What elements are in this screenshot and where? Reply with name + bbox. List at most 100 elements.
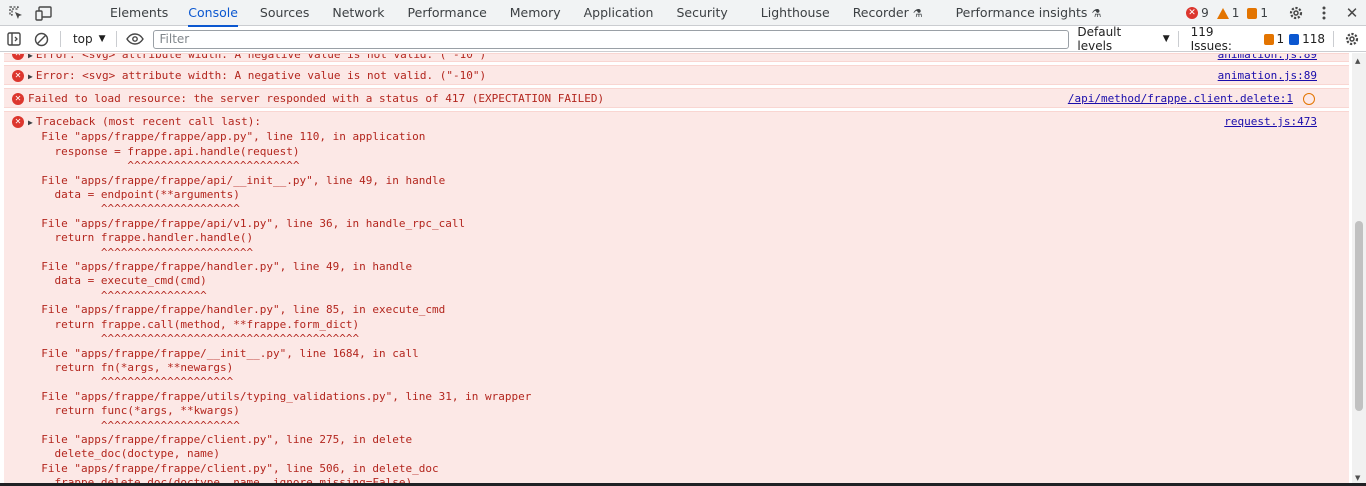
issues-link[interactable]: 119 Issues: 1 118 (1191, 25, 1325, 53)
settings-gear-icon[interactable] (1282, 0, 1310, 26)
traceback-text: ^^^^^^^^^^^^^^^^^^^^^ (28, 202, 240, 216)
traceback-text: ^^^^^^^^^^^^^^^^^^^^^^^^^^ (28, 159, 300, 173)
traceback-text: File "apps/frappe/frappe/api/v1.py", lin… (28, 216, 466, 230)
traceback-line: File "apps/frappe/frappe/handler.py", li… (4, 303, 1349, 317)
traceback-text: response = frappe.api.handle(request) (28, 144, 300, 158)
vertical-scrollbar[interactable]: ▲ ▼ (1352, 53, 1366, 486)
message-body: Error: <svg> attribute width: A negative… (35, 69, 487, 82)
tab-recorder[interactable]: Recorder ⚗ (853, 0, 923, 26)
close-icon[interactable]: ✕ (1338, 0, 1366, 26)
issue-icon (1247, 7, 1258, 19)
console-message-error[interactable]: ✕ ▶ Error: <svg> attribute width: A negat… (4, 53, 1349, 62)
sidebar-toggle-icon[interactable] (0, 26, 28, 52)
flask-icon: ⚗ (1091, 6, 1102, 20)
device-toolbar-icon[interactable] (30, 0, 58, 26)
traceback-text: File "apps/frappe/frappe/utils/typing_va… (28, 389, 532, 403)
tab-label: Security (676, 4, 728, 20)
traceback-text: return func(*args, **kwargs) (28, 404, 240, 418)
message-source-link[interactable]: animation.js:89 (1218, 54, 1317, 61)
issues-counter[interactable]: 1 (1247, 6, 1268, 20)
traceback-line: return frappe.call(method, **frappe.form… (4, 318, 1349, 332)
message-body: Failed to load resource: the server resp… (28, 92, 605, 105)
error-counter[interactable]: ✕ 9 (1186, 6, 1209, 20)
error-icon: ✕ (1186, 7, 1199, 19)
console-message-error[interactable]: ✕ Failed to load resource: the server re… (4, 88, 1349, 108)
traceback-text: ^^^^^^^^^^^^^^^^^^^^^^^ (28, 245, 254, 259)
message-body: Error: <svg> attribute width: A negative… (35, 53, 487, 61)
tab-label: Elements (110, 4, 169, 20)
error-icon: ✕ (12, 116, 24, 128)
tab-security[interactable]: Security (676, 0, 727, 26)
tab-sources[interactable]: Sources (260, 0, 309, 26)
tab-performance-insights[interactable]: Performance insights ⚗ (956, 0, 1102, 26)
tab-label: Lighthouse (760, 4, 830, 20)
message-source-link[interactable]: animation.js:89 (1218, 69, 1317, 82)
inspect-element-icon[interactable] (2, 0, 30, 26)
traceback-text: File "apps/frappe/frappe/client.py", lin… (28, 432, 413, 446)
tab-application[interactable]: Application (584, 0, 654, 26)
traceback-line: File "apps/frappe/frappe/api/__init__.py… (4, 174, 1349, 188)
filter-input[interactable] (152, 29, 1070, 49)
tab-console[interactable]: Console (188, 0, 238, 27)
traceback-text: ^^^^^^^^^^^^^^^^^^^^^^^^^^^^^^^^^^^^^^^ (28, 332, 360, 346)
warning-count: 1 (1231, 6, 1240, 20)
scrollbar-thumb[interactable] (1355, 221, 1363, 411)
expand-arrow-icon[interactable]: ▶ (28, 54, 33, 60)
warning-icon (1216, 7, 1229, 19)
toolbar-divider (115, 31, 117, 47)
tab-label: Memory (509, 4, 561, 20)
tab-label: Network (332, 4, 385, 20)
traceback-text: delete_doc(doctype, name) (28, 447, 221, 461)
tab-label: Application (583, 4, 654, 20)
network-request-icon[interactable] (1303, 93, 1315, 105)
log-levels-dropdown[interactable]: Default levels ▼ (1077, 25, 1169, 53)
issue-warning-icon (1263, 33, 1274, 45)
message-source-link[interactable]: request.js:473 (1224, 115, 1317, 128)
issue-count: 1 (1260, 6, 1268, 20)
tab-memory[interactable]: Memory (510, 0, 561, 26)
error-icon: ✕ (12, 93, 24, 105)
console-message-error[interactable]: ✕ ▶ Error: <svg> attribute width: A negat… (4, 65, 1349, 85)
expand-arrow-icon[interactable]: ▶ (28, 118, 33, 127)
traceback-line: ^^^^^^^^^^^^^^^^^^^^^ (4, 202, 1349, 216)
tab-lighthouse[interactable]: Lighthouse (761, 0, 830, 26)
traceback-line: File "apps/frappe/frappe/__init__.py", l… (4, 347, 1349, 361)
traceback-line: File "apps/frappe/frappe/client.py", lin… (4, 462, 1349, 476)
tab-elements[interactable]: Elements (110, 0, 168, 26)
traceback-line: ^^^^^^^^^^^^^^^^^^^^ (4, 375, 1349, 389)
console-message-traceback[interactable]: ✕ request.js:473 ▶ Traceback (most recent… (4, 111, 1349, 486)
clear-console-icon[interactable] (28, 26, 56, 52)
message-source-link[interactable]: /api/method/frappe.client.delete:1 (1068, 92, 1293, 105)
scroll-down-arrow-icon[interactable]: ▼ (1355, 474, 1360, 482)
context-selector[interactable]: top ▼ (65, 32, 112, 46)
tab-label: Sources (259, 4, 310, 20)
traceback-line: return fn(*args, **newargs) (4, 361, 1349, 375)
traceback-line: return func(*args, **kwargs) (4, 404, 1349, 418)
tab-performance[interactable]: Performance (408, 0, 487, 26)
traceback-line: ^^^^^^^^^^^^^^^^^^^^^^^^^^ (4, 159, 1349, 173)
issue-info-icon (1289, 33, 1300, 45)
toolbar-divider (1177, 31, 1179, 47)
tab-network[interactable]: Network (332, 0, 384, 26)
caret-down-icon: ▼ (1162, 34, 1170, 44)
traceback-text: return frappe.handler.handle() (28, 231, 254, 245)
context-label: top (72, 32, 93, 46)
traceback-text: File "apps/frappe/frappe/__init__.py", l… (28, 346, 419, 360)
live-expression-eye-icon[interactable] (121, 26, 149, 52)
traceback-line: ^^^^^^^^^^^^^^^^^^^^^ (4, 419, 1349, 433)
scroll-up-arrow-icon[interactable]: ▲ (1355, 57, 1360, 65)
console-settings-gear-icon[interactable] (1338, 26, 1366, 52)
traceback-line: ^^^^^^^^^^^^^^^^^^^^^^^^^^^^^^^^^^^^^^^ (4, 332, 1349, 346)
traceback-text: File "apps/frappe/frappe/client.py", lin… (28, 461, 439, 475)
console-messages: ✕ ▶ Error: <svg> attribute width: A negat… (0, 53, 1352, 486)
expand-arrow-icon[interactable]: ▶ (28, 72, 33, 81)
more-options-icon[interactable] (1310, 0, 1338, 26)
warning-counter[interactable]: 1 (1216, 6, 1240, 20)
traceback-line: delete_doc(doctype, name) (4, 447, 1349, 461)
traceback-text: File "apps/frappe/frappe/handler.py", li… (28, 303, 446, 317)
error-icon: ✕ (12, 70, 24, 82)
traceback-text: ^^^^^^^^^^^^^^^^ (28, 288, 207, 302)
traceback-line: File "apps/frappe/frappe/utils/typing_va… (4, 390, 1349, 404)
traceback-line: File "apps/frappe/frappe/client.py", lin… (4, 433, 1349, 447)
tab-label: Recorder (852, 4, 909, 20)
